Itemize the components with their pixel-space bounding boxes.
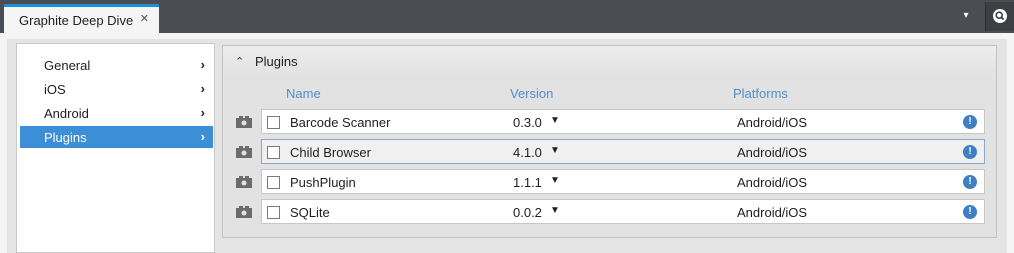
info-icon[interactable]: ! <box>963 175 977 189</box>
plugin-icon <box>236 146 252 158</box>
column-header-name[interactable]: Name <box>286 86 321 101</box>
plugins-panel: ⌃ Plugins Name Version Platforms Barcode… <box>222 45 997 238</box>
chevron-up-icon[interactable]: ⌃ <box>235 55 249 68</box>
plugin-checkbox[interactable] <box>267 176 280 189</box>
dropdown-caret-icon[interactable]: ▼ <box>550 145 560 156</box>
plugin-checkbox[interactable] <box>267 116 280 129</box>
plugin-checkbox[interactable] <box>267 206 280 219</box>
plugin-version-select[interactable]: 0.3.0 <box>513 115 542 130</box>
plugin-icon <box>236 116 252 128</box>
chevron-right-icon: › <box>200 105 205 120</box>
chevron-right-icon: › <box>200 57 205 72</box>
plugin-row-box[interactable]: PushPlugin 1.1.1 ▼ Android/iOS ! <box>261 169 985 194</box>
panel-title: Plugins <box>255 53 298 69</box>
dropdown-caret-icon[interactable]: ▼ <box>550 175 560 186</box>
plugin-version-select[interactable]: 4.1.0 <box>513 145 542 160</box>
plugin-platforms: Android/iOS <box>737 205 808 220</box>
sidebar-item-ios[interactable]: iOS › <box>20 78 213 100</box>
chevron-right-icon: › <box>200 129 205 144</box>
plugin-icon <box>236 176 252 188</box>
plugin-name: SQLite <box>290 205 330 220</box>
plugins-panel-header[interactable]: ⌃ Plugins <box>223 46 996 76</box>
chevron-right-icon: › <box>200 81 205 96</box>
plugin-name: Barcode Scanner <box>290 115 391 130</box>
plugin-row[interactable]: PushPlugin 1.1.1 ▼ Android/iOS ! <box>235 169 997 195</box>
plugin-platforms: Android/iOS <box>737 145 808 160</box>
tab-overflow-button[interactable]: ▾ <box>956 6 976 26</box>
plugin-checkbox[interactable] <box>267 146 280 159</box>
plugin-row[interactable]: Child Browser 4.1.0 ▼ Android/iOS ! <box>235 139 997 165</box>
plugin-platforms: Android/iOS <box>737 175 808 190</box>
plugin-name: PushPlugin <box>290 175 356 190</box>
plugin-version-select[interactable]: 1.1.1 <box>513 175 542 190</box>
plugin-version-select[interactable]: 0.0.2 <box>513 205 542 220</box>
plugin-icon <box>236 206 252 218</box>
info-icon[interactable]: ! <box>963 115 977 129</box>
info-icon[interactable]: ! <box>963 145 977 159</box>
dropdown-caret-icon[interactable]: ▼ <box>550 205 560 216</box>
info-icon[interactable]: ! <box>963 205 977 219</box>
plugin-row-box[interactable]: Child Browser 4.1.0 ▼ Android/iOS ! <box>261 139 985 164</box>
tab-title: Graphite Deep Dive <box>19 12 134 28</box>
top-tab-bar: Graphite Deep Dive ✕ ▾ <box>0 0 1014 33</box>
plugin-row[interactable]: Barcode Scanner 0.3.0 ▼ Android/iOS ! <box>235 109 997 135</box>
sidebar-item-label: Plugins <box>44 129 87 145</box>
sidebar-item-general[interactable]: General › <box>20 54 213 76</box>
search-icon <box>993 9 1007 23</box>
sidebar-item-plugins[interactable]: Plugins › <box>20 126 213 148</box>
plugin-platforms: Android/iOS <box>737 115 808 130</box>
plugin-row-box[interactable]: Barcode Scanner 0.3.0 ▼ Android/iOS ! <box>261 109 985 134</box>
close-icon[interactable]: ✕ <box>140 12 149 25</box>
column-header-version[interactable]: Version <box>510 86 553 101</box>
sidebar-item-label: General <box>44 57 91 73</box>
sidebar-item-android[interactable]: Android › <box>20 102 213 124</box>
plugin-row[interactable]: SQLite 0.0.2 ▼ Android/iOS ! <box>235 199 997 225</box>
sidebar-item-label: Android <box>44 105 89 121</box>
settings-sidebar: General › iOS › Android › Plugins › <box>16 43 215 253</box>
dropdown-caret-icon[interactable]: ▼ <box>550 115 560 126</box>
document-tab[interactable]: Graphite Deep Dive ✕ <box>4 4 159 33</box>
sidebar-item-label: iOS <box>44 81 66 97</box>
plugin-row-box[interactable]: SQLite 0.0.2 ▼ Android/iOS ! <box>261 199 985 224</box>
search-button[interactable] <box>985 2 1014 31</box>
column-header-platforms[interactable]: Platforms <box>733 86 788 101</box>
plugin-name: Child Browser <box>290 145 371 160</box>
